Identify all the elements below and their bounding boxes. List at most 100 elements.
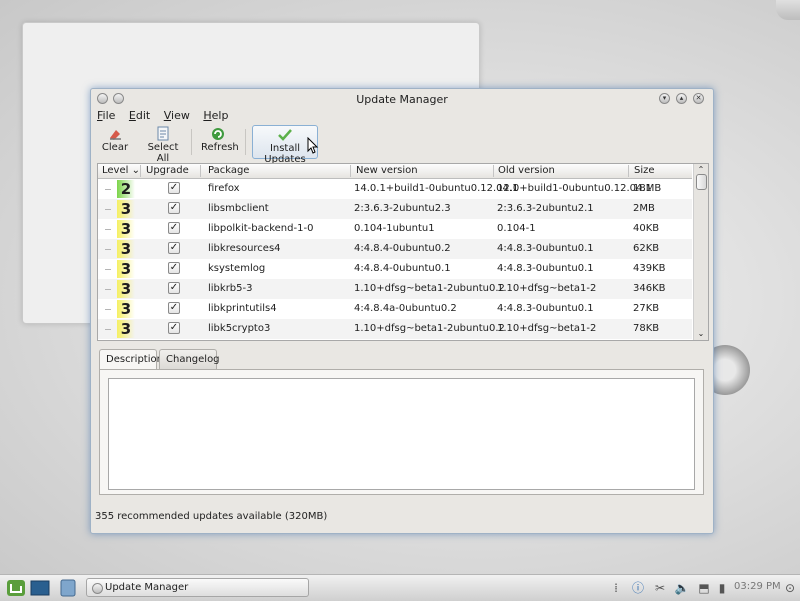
select-all-button[interactable]: Select All xyxy=(141,125,185,164)
toolbar-separator xyxy=(191,129,192,155)
network-icon[interactable]: ⁞ xyxy=(608,580,624,596)
info-icon[interactable]: ⓘ xyxy=(630,580,646,596)
upgrade-checkbox[interactable]: ✓ xyxy=(168,202,180,214)
tab-changelog[interactable]: Changelog xyxy=(159,349,220,369)
menu-edit[interactable]: Edit xyxy=(129,109,150,122)
tree-branch xyxy=(105,229,111,230)
battery-icon[interactable]: ▮ xyxy=(714,580,730,596)
table-row[interactable]: 3 ✓ ksystemlog 4:4.8.4-0ubuntu0.1 4:4.8.3-0u… xyxy=(98,259,692,279)
package-name: libpolkit-backend-1-0 xyxy=(208,223,314,234)
clear-button[interactable]: Clear xyxy=(97,125,133,157)
column-upgrade[interactable]: Upgrade xyxy=(146,165,189,177)
column-separator xyxy=(140,165,141,177)
new-version: 4:4.8.4a-0ubuntu0.2 xyxy=(354,303,457,314)
package-size: 27KB xyxy=(633,303,660,314)
upgrade-checkbox[interactable]: ✓ xyxy=(168,182,180,194)
task-window-icon xyxy=(92,583,103,594)
minimize-icon[interactable]: ▾ xyxy=(659,93,670,104)
table-row[interactable]: 3 ✓ libk5crypto3 1.10+dfsg~beta1-2ubuntu0.2… xyxy=(98,319,692,339)
tree-branch xyxy=(105,309,111,310)
toolbar-separator xyxy=(245,129,246,155)
column-separator xyxy=(200,165,201,177)
tree-branch xyxy=(105,249,111,250)
column-old-version[interactable]: Old version xyxy=(498,165,555,177)
old-version: 2:3.6.3-2ubuntu2.1 xyxy=(497,203,594,214)
package-name: libkrb5-3 xyxy=(208,283,253,294)
upgrade-checkbox[interactable]: ✓ xyxy=(168,242,180,254)
scrollbar-thumb[interactable] xyxy=(696,174,707,190)
column-separator xyxy=(350,165,351,177)
desktop-corner-icon[interactable] xyxy=(776,0,800,20)
scroll-down-icon[interactable]: ⌄ xyxy=(694,328,708,340)
mouse-cursor-icon xyxy=(307,137,319,154)
maximize-icon[interactable]: ▴ xyxy=(676,93,687,104)
vertical-scrollbar[interactable]: ⌃ ⌄ xyxy=(693,164,708,340)
clipboard-icon[interactable]: ✂ xyxy=(652,580,668,596)
new-version: 2:3.6.3-2ubuntu2.3 xyxy=(354,203,451,214)
task-update-manager[interactable]: Update Manager xyxy=(86,578,309,597)
package-size: 62KB xyxy=(633,243,660,254)
old-version: 4:4.8.3-0ubuntu0.1 xyxy=(497,303,594,314)
upgrade-checkbox[interactable]: ✓ xyxy=(168,282,180,294)
table-row[interactable]: 2 ✓ firefox 14.0.1+build1-0ubuntu0.12.04.1 1… xyxy=(98,179,692,199)
column-package[interactable]: Package xyxy=(208,165,249,177)
menu-bar: File Edit View Help xyxy=(97,109,238,125)
table-row[interactable]: 3 ✓ libsmbclient 2:3.6.3-2ubuntu2.3 2:3.6.3-… xyxy=(98,199,692,219)
column-new-version[interactable]: New version xyxy=(356,165,418,177)
level-badge: 3 xyxy=(117,220,135,238)
column-separator xyxy=(628,165,629,177)
description-text-area[interactable] xyxy=(108,378,695,490)
table-row[interactable]: 3 ✓ libpolkit-backend-1-0 0.104-1ubuntu1 0.1… xyxy=(98,219,692,239)
package-name: firefox xyxy=(208,183,240,194)
menu-file[interactable]: File xyxy=(97,109,115,122)
mint-menu-icon[interactable] xyxy=(6,579,26,597)
level-badge: 3 xyxy=(117,320,135,338)
updates-table: Level ⌄ Upgrade Package New version Old … xyxy=(97,163,709,341)
old-version: 1.10+dfsg~beta1-2 xyxy=(497,283,597,294)
tree-branch xyxy=(105,269,111,270)
updates-tray-icon[interactable]: ⬒ xyxy=(696,580,712,596)
new-version: 1.10+dfsg~beta1-2ubuntu0.2 xyxy=(354,283,505,294)
level-badge: 3 xyxy=(117,280,135,298)
upgrade-checkbox[interactable]: ✓ xyxy=(168,262,180,274)
menu-view[interactable]: View xyxy=(164,109,190,122)
clock[interactable]: 03:29 PM xyxy=(734,581,781,592)
new-version: 14.0.1+build1-0ubuntu0.12.04.1 xyxy=(354,183,519,194)
table-row[interactable]: 3 ✓ libkrb5-3 1.10+dfsg~beta1-2ubuntu0.2 1.1… xyxy=(98,279,692,299)
select-all-icon xyxy=(157,126,169,141)
select-all-label: Select All xyxy=(147,142,179,164)
level-badge: 3 xyxy=(117,300,135,318)
menu-help[interactable]: Help xyxy=(203,109,228,122)
refresh-button[interactable]: Refresh xyxy=(201,125,239,157)
checkmark-icon xyxy=(278,129,292,141)
package-name: libkprintutils4 xyxy=(208,303,277,314)
column-level[interactable]: Level ⌄ xyxy=(102,165,140,177)
volume-icon[interactable]: 🔈 xyxy=(674,580,690,596)
tree-branch xyxy=(105,189,111,190)
panel-toolbox-icon[interactable]: ⊙ xyxy=(782,580,798,596)
table-row[interactable]: 3 ✓ libkprintutils4 4:4.8.4a-0ubuntu0.2 4:4.… xyxy=(98,299,692,319)
table-header: Level ⌄ Upgrade Package New version Old … xyxy=(98,164,692,179)
table-row[interactable]: 3 ✓ libkresources4 4:4.8.4-0ubuntu0.2 4:4.8.… xyxy=(98,239,692,259)
upgrade-checkbox[interactable]: ✓ xyxy=(168,322,180,334)
tree-branch xyxy=(105,289,111,290)
column-size[interactable]: Size xyxy=(634,165,655,177)
old-version: 12.0+build1-0ubuntu0.12.04.1 xyxy=(497,183,652,194)
title-bar[interactable]: Update Manager ▾ ▴ ✕ xyxy=(91,89,713,109)
taskbar: Update Manager ⁞ ⓘ ✂ 🔈 ⬒ ▮ 03:29 PM ⊙ xyxy=(0,574,800,601)
upgrade-checkbox[interactable]: ✓ xyxy=(168,222,180,234)
package-size: 346KB xyxy=(633,283,666,294)
show-desktop-icon[interactable] xyxy=(30,579,50,597)
package-size: 18MB xyxy=(633,183,662,194)
tree-branch xyxy=(105,209,111,210)
package-size: 78KB xyxy=(633,323,660,334)
package-name: libk5crypto3 xyxy=(208,323,271,334)
clear-label: Clear xyxy=(101,142,129,153)
tab-description[interactable]: Description xyxy=(99,349,163,370)
task-label: Update Manager xyxy=(105,582,189,593)
old-version: 4:4.8.3-0ubuntu0.1 xyxy=(497,243,594,254)
upgrade-checkbox[interactable]: ✓ xyxy=(168,302,180,314)
level-badge: 3 xyxy=(117,240,135,258)
close-icon[interactable]: ✕ xyxy=(693,93,704,104)
file-manager-icon[interactable] xyxy=(58,579,78,597)
